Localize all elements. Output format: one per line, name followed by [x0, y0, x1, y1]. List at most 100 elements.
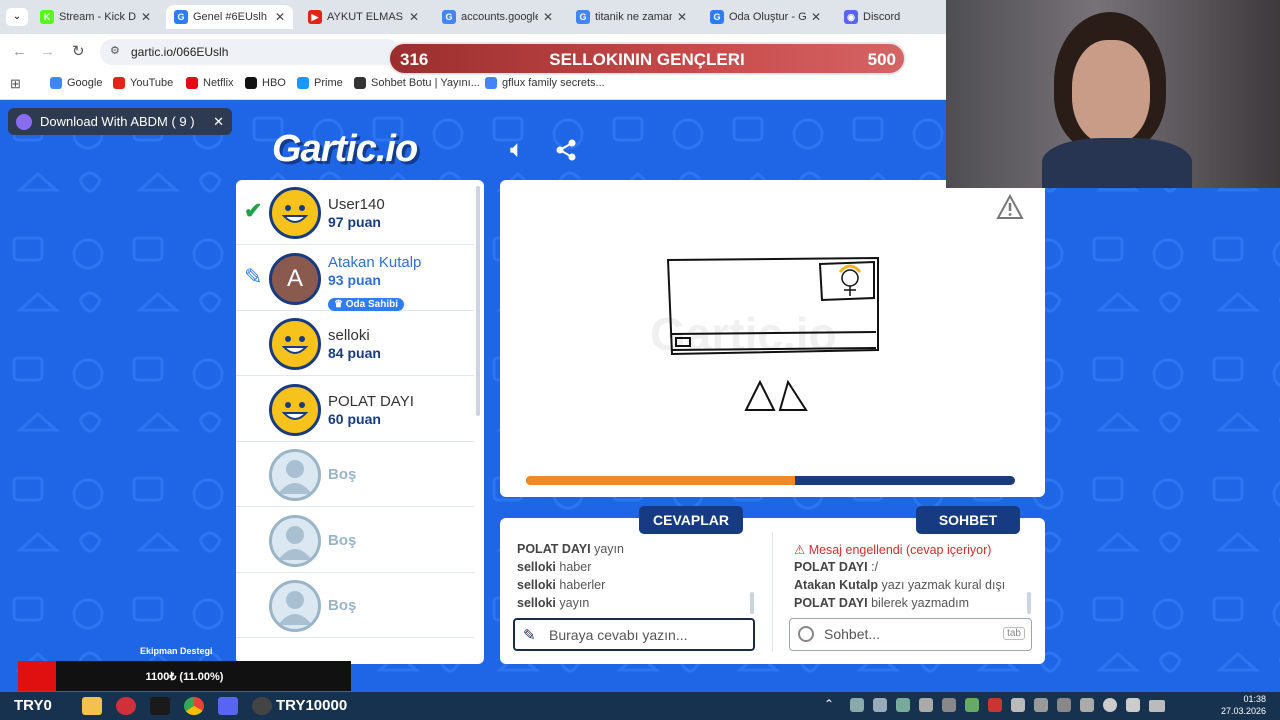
drawing-area[interactable]: Gartic.io	[500, 180, 1045, 497]
bookmark-item[interactable]: YouTube	[113, 77, 173, 89]
gartic-logo: Gartic.io	[272, 128, 418, 170]
tab-favicon-icon: G	[442, 10, 456, 24]
apps-grid-icon[interactable]: ⊞	[10, 76, 21, 92]
answer-user: POLAT DAYI	[517, 542, 591, 556]
tab-favicon-icon: K	[40, 10, 54, 24]
browser-tab[interactable]: G Genel #6EUslh (7 ✕	[166, 5, 293, 29]
chat-scrollbar[interactable]	[1027, 592, 1031, 614]
player-row[interactable]: Boş	[236, 573, 474, 638]
obs-icon[interactable]	[252, 697, 272, 715]
tray-icon[interactable]	[919, 698, 933, 712]
tab-search-button[interactable]: ⌄	[6, 8, 28, 26]
chat-input[interactable]: Sohbet... tab	[789, 618, 1032, 651]
bookmark-label: Prime	[314, 77, 343, 89]
browser-tab[interactable]: G Oda Oluştur - Ga ✕	[702, 5, 829, 29]
player-list-scrollbar[interactable]	[476, 186, 480, 416]
share-icon[interactable]	[554, 138, 578, 162]
player-row[interactable]: Boş	[236, 442, 474, 507]
reload-icon[interactable]: ↻	[72, 42, 85, 60]
user-silhouette-icon	[278, 591, 312, 625]
site-info-icon[interactable]: ⚙	[110, 44, 120, 57]
tray-icon[interactable]	[896, 698, 910, 712]
tray-icon[interactable]	[965, 698, 979, 712]
tab-favicon-icon: ◉	[844, 10, 858, 24]
drawing-canvas[interactable]: Gartic.io	[650, 250, 890, 420]
browser-tab[interactable]: Gaccounts.google ✕	[434, 5, 561, 29]
bookmark-item[interactable]: Google	[50, 77, 102, 89]
bookmark-item[interactable]: Netflix	[186, 77, 234, 89]
forward-icon[interactable]: →	[40, 43, 55, 60]
tab-answers[interactable]: CEVAPLAR	[639, 506, 743, 534]
close-tab-icon[interactable]: ✕	[543, 10, 553, 24]
url-field[interactable]: ⚙ gartic.io/066EUslh	[100, 39, 400, 65]
webcam-overlay	[946, 0, 1280, 188]
tray-icon[interactable]	[850, 698, 864, 712]
sound-icon[interactable]: 🔈︎	[510, 136, 524, 164]
wifi-icon[interactable]	[1103, 698, 1117, 712]
player-list: ✔ User140 97 puan ✎ A Atakan Kutalp 93 puan ♛ O…	[236, 180, 484, 664]
browser-tab[interactable]: ◉Discord✕	[836, 5, 963, 29]
report-icon[interactable]	[996, 194, 1024, 220]
answer-input[interactable]: ✎ Buraya cevabı yazın...	[513, 618, 755, 651]
bookmark-favicon-icon	[245, 77, 257, 89]
empty-slot-label: Boş	[328, 597, 357, 614]
avatar	[269, 187, 321, 239]
close-tab-icon[interactable]: ✕	[409, 10, 419, 24]
donation-label: Ekipman Destegi	[140, 646, 213, 656]
player-row[interactable]: Boş	[236, 508, 474, 573]
answer-input-placeholder: Buraya cevabı yazın...	[549, 627, 688, 643]
answers-list: POLAT DAYI yayın selloki haber selloki hab…	[517, 542, 749, 616]
close-icon[interactable]: ✕	[213, 114, 224, 130]
player-row[interactable]: selloki 84 puan	[236, 311, 474, 376]
download-abdm-button[interactable]: Download With ABDM ( 9 ) ✕	[8, 108, 232, 135]
tab-chat[interactable]: SOHBET	[916, 506, 1020, 534]
tray-icon[interactable]	[1057, 698, 1071, 712]
browser-tab[interactable]: ▶ AYKUT ELMAS H ✕	[300, 5, 427, 29]
close-tab-icon[interactable]: ✕	[677, 10, 687, 24]
player-row[interactable]: ✔ User140 97 puan	[236, 180, 474, 245]
bluetooth-icon[interactable]	[1011, 698, 1025, 712]
close-tab-icon[interactable]: ✕	[811, 10, 821, 24]
volume-icon[interactable]	[1126, 698, 1140, 712]
browser-tab[interactable]: K Stream - Kick Da ✕	[32, 5, 159, 29]
bookmark-item[interactable]: HBO	[245, 77, 286, 89]
close-tab-icon[interactable]: ✕	[275, 10, 285, 24]
answers-scrollbar[interactable]	[750, 592, 754, 614]
answer-user: selloki	[517, 578, 556, 592]
tray-icon[interactable]	[988, 698, 1002, 712]
avatar-face-icon	[281, 205, 309, 223]
discord-icon[interactable]	[218, 697, 238, 715]
tray-chevron-icon[interactable]: ⌃	[824, 697, 834, 711]
bookmark-favicon-icon	[297, 77, 309, 89]
bookmark-label: Sohbet Botu | Yayını...	[371, 77, 480, 89]
player-name: POLAT DAYI	[328, 392, 414, 410]
app-red-icon[interactable]	[116, 697, 136, 715]
tray-icon[interactable]	[873, 698, 887, 712]
app-dark-icon[interactable]	[150, 697, 170, 715]
bookmark-item[interactable]: gflux family secrets...	[485, 77, 605, 89]
bookmark-item[interactable]: Sohbet Botu | Yayını...	[354, 77, 480, 89]
chrome-icon[interactable]	[184, 697, 204, 715]
clock-time: 01:38	[1243, 694, 1266, 704]
tab-favicon-icon: ▶	[308, 10, 322, 24]
browser-tab[interactable]: Gtitanik ne zaman ✕	[568, 5, 695, 29]
tray-icon[interactable]	[1034, 698, 1048, 712]
round-timer-fill	[526, 476, 795, 485]
bookmark-item[interactable]: Prime	[297, 77, 343, 89]
close-tab-icon[interactable]: ✕	[141, 10, 151, 24]
ticker-left: TRY0	[14, 697, 52, 714]
answer-text: haber	[559, 560, 592, 574]
chat-user: POLAT DAYI	[794, 596, 868, 610]
player-row[interactable]: POLAT DAYI 60 puan	[236, 377, 474, 442]
microphone-icon[interactable]	[1080, 698, 1094, 712]
tray-icon[interactable]	[942, 698, 956, 712]
bookmark-label: YouTube	[130, 77, 174, 89]
answer-line: POLAT DAYI yayın	[517, 542, 749, 560]
pencil-icon: ✎	[523, 627, 536, 644]
file-explorer-icon[interactable]	[82, 697, 102, 715]
bookmark-label: Netflix	[203, 77, 234, 89]
back-icon[interactable]: ←	[12, 43, 27, 60]
player-row[interactable]: ✎ A Atakan Kutalp 93 puan ♛ Oda Sahibi	[236, 246, 474, 311]
answers-chat-panel: POLAT DAYI yayın selloki haber selloki hab…	[500, 518, 1045, 664]
battery-icon[interactable]	[1149, 700, 1165, 712]
